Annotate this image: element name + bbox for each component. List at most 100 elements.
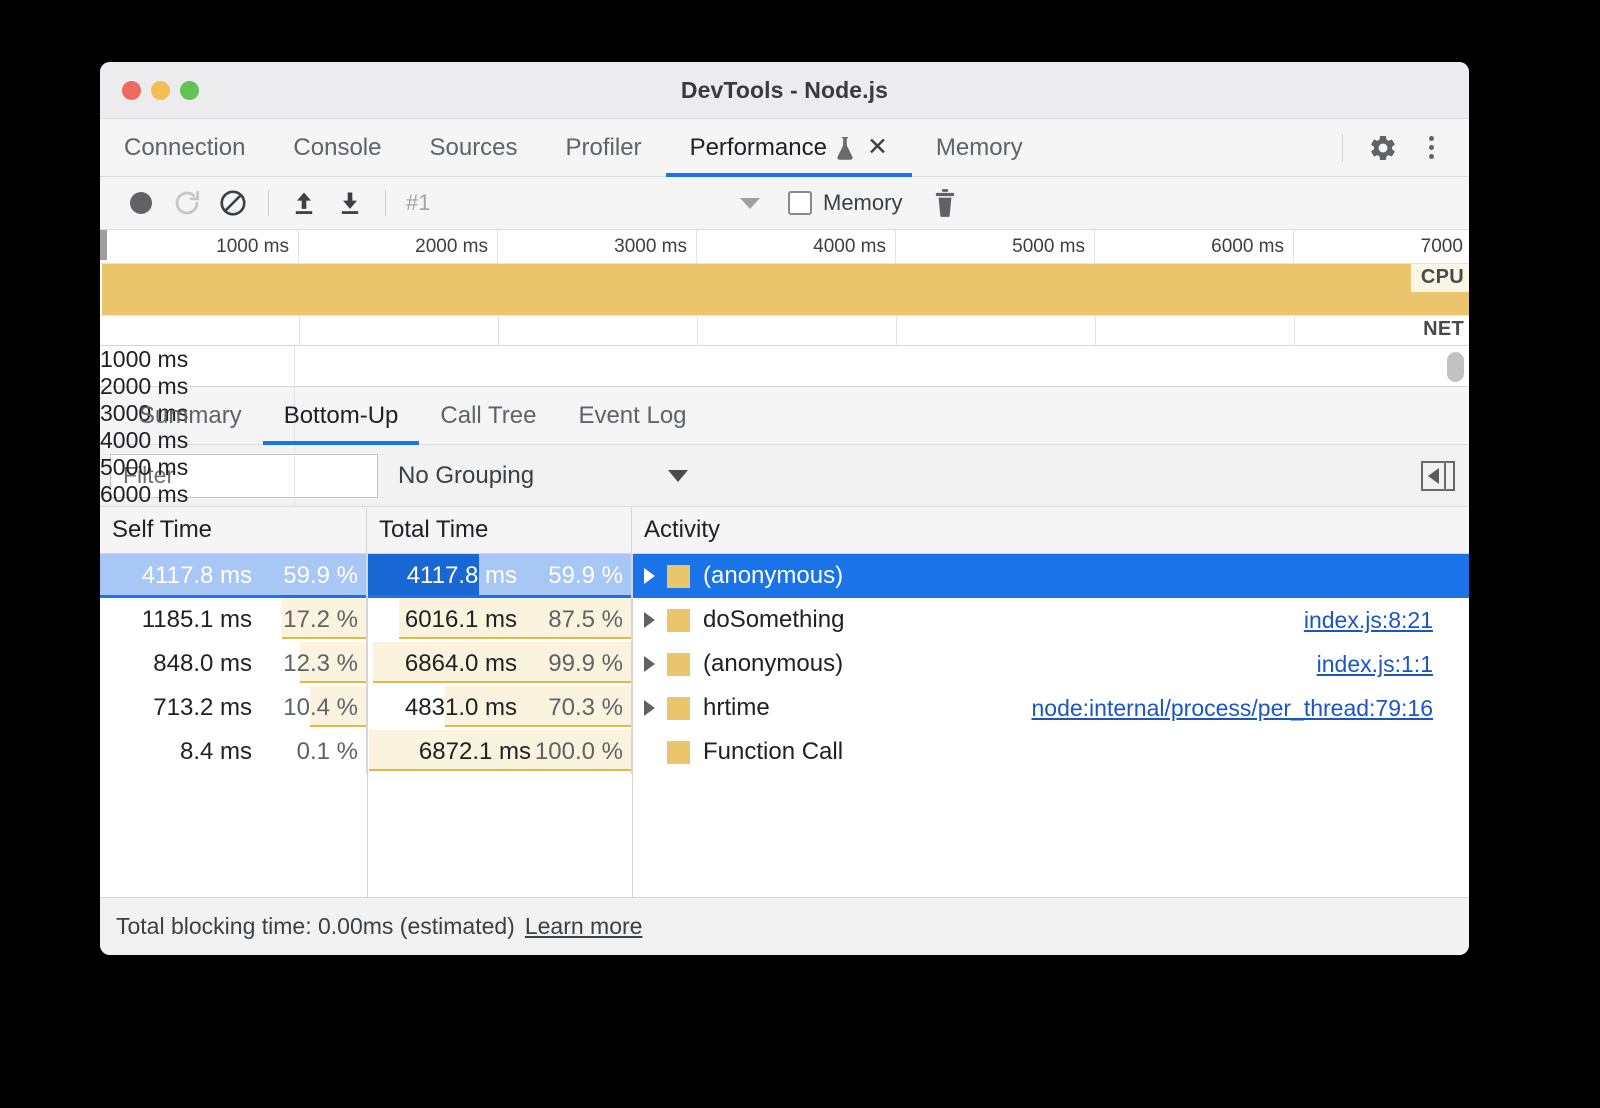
- self-time-value: 713.2 ms: [153, 694, 252, 722]
- ruler-tick: 5000 ms: [100, 454, 295, 481]
- total-time-value: 6872.1 ms: [419, 738, 531, 766]
- horizontal-scrollbar-thumb[interactable]: [1447, 352, 1464, 382]
- cell-activity: doSomething index.js:8:21: [632, 598, 1469, 642]
- column-header-self-time[interactable]: Self Time: [100, 507, 367, 553]
- table-header-row: Self Time Total Time Activity: [100, 507, 1469, 554]
- table-row[interactable]: 8.4 ms 0.1 % 6872.1 ms 100.0 % Function …: [100, 730, 1469, 774]
- memory-checkbox[interactable]: Memory: [788, 190, 902, 216]
- cpu-band-fill: [102, 264, 1469, 315]
- column-header-activity[interactable]: Activity: [632, 507, 1469, 553]
- source-link[interactable]: node:internal/process/per_thread:79:16: [1031, 695, 1433, 722]
- gear-icon[interactable]: [1361, 126, 1405, 170]
- tab-event-log[interactable]: Event Log: [557, 387, 707, 444]
- checkbox-box: [788, 191, 812, 215]
- total-time-value: 4117.8 ms: [407, 562, 517, 590]
- learn-more-link[interactable]: Learn more: [525, 913, 643, 940]
- cell-total-time: 6872.1 ms 100.0 %: [367, 730, 632, 774]
- total-time-value: 6016.1 ms: [405, 606, 517, 634]
- filter-toolbar: No Grouping: [100, 445, 1469, 507]
- cell-total-time: 4831.0 ms 70.3 %: [367, 686, 632, 730]
- tab-performance[interactable]: Performance ✕: [666, 119, 912, 176]
- self-time-percent: 12.3 %: [266, 650, 358, 678]
- timeline-ruler-bottom: 1000 ms 2000 ms 3000 ms 4000 ms 5000 ms …: [100, 346, 1469, 387]
- cell-self-time: 1185.1 ms 17.2 %: [100, 598, 367, 642]
- ruler-tick: 1000 ms: [100, 230, 299, 263]
- expand-triangle-icon[interactable]: [644, 612, 655, 628]
- self-time-percent: 17.2 %: [266, 606, 358, 634]
- tab-connection[interactable]: Connection: [100, 119, 269, 176]
- experiment-flask-icon: [835, 135, 855, 161]
- cpu-band-label: CPU: [1411, 264, 1469, 292]
- activity-name: (anonymous): [703, 650, 843, 678]
- toolbar-divider: [1342, 134, 1343, 162]
- tab-memory[interactable]: Memory: [912, 119, 1047, 176]
- cell-self-time: 4117.8 ms 59.9 %: [100, 554, 367, 598]
- memory-checkbox-label: Memory: [823, 190, 902, 216]
- ruler-tick: 2000 ms: [299, 230, 498, 263]
- performance-toolbar: #1 Memory: [100, 177, 1469, 230]
- cell-total-time: 4117.8 ms 59.9 %: [367, 554, 632, 598]
- tab-call-tree[interactable]: Call Tree: [419, 387, 557, 444]
- tab-bottom-up[interactable]: Bottom-Up: [263, 387, 420, 444]
- net-band: NET: [100, 316, 1469, 346]
- expand-triangle-icon[interactable]: [644, 700, 655, 716]
- column-header-total-time[interactable]: Total Time: [367, 507, 632, 553]
- activity-color-swatch: [667, 741, 690, 764]
- profile-selector-value: #1: [406, 190, 430, 216]
- profile-selector[interactable]: #1: [406, 183, 766, 223]
- grouping-selector[interactable]: No Grouping: [398, 462, 688, 490]
- sidebar-edge-glyph: [1444, 463, 1446, 489]
- expand-triangle-icon[interactable]: [644, 656, 655, 672]
- cell-total-time: 6016.1 ms 87.5 %: [367, 598, 632, 642]
- tab-sources[interactable]: Sources: [405, 119, 541, 176]
- table-row[interactable]: 1185.1 ms 17.2 % 6016.1 ms 87.5 % doSome…: [100, 598, 1469, 642]
- table-row[interactable]: 713.2 ms 10.4 % 4831.0 ms 70.3 % hrtime …: [100, 686, 1469, 730]
- net-band-label: NET: [1413, 316, 1469, 344]
- download-profile-icon[interactable]: [327, 180, 373, 226]
- show-sidebar-icon[interactable]: [1421, 461, 1455, 491]
- cpu-band: CPU: [100, 264, 1469, 316]
- subtab-label: Bottom-Up: [284, 402, 399, 430]
- tab-console[interactable]: Console: [269, 119, 405, 176]
- table-row[interactable]: 848.0 ms 12.3 % 6864.0 ms 99.9 % (anonym…: [100, 642, 1469, 686]
- self-time-percent: 0.1 %: [266, 738, 358, 766]
- self-time-value: 8.4 ms: [180, 738, 252, 766]
- overview-left-handle[interactable]: [100, 230, 107, 260]
- reload-icon[interactable]: [164, 180, 210, 226]
- subtab-label: Summary: [139, 402, 242, 430]
- source-link[interactable]: index.js:1:1: [1317, 651, 1433, 678]
- clear-prohibited-icon[interactable]: [210, 180, 256, 226]
- table-row[interactable]: 4117.8 ms 59.9 % 4117.8 ms 59.9 % (anony…: [100, 554, 1469, 598]
- chevron-down-icon: [668, 470, 688, 482]
- source-link[interactable]: index.js:8:21: [1304, 607, 1433, 634]
- tab-label: Performance: [690, 134, 827, 162]
- cell-self-time: 713.2 ms 10.4 %: [100, 686, 367, 730]
- tab-summary[interactable]: Summary: [118, 387, 263, 444]
- upload-profile-icon[interactable]: [281, 180, 327, 226]
- toolbar-divider: [385, 190, 386, 216]
- total-time-percent: 70.3 %: [531, 694, 623, 722]
- tab-label: Console: [293, 134, 381, 162]
- activity-name: (anonymous): [703, 562, 843, 590]
- cell-activity: Function Call: [632, 730, 1469, 774]
- total-time-value: 6864.0 ms: [405, 650, 517, 678]
- tab-profiler[interactable]: Profiler: [542, 119, 666, 176]
- bottom-up-table: Self Time Total Time Activity 4117.8 ms …: [100, 507, 1469, 897]
- tab-label: Memory: [936, 134, 1023, 162]
- trash-icon[interactable]: [924, 182, 966, 224]
- activity-color-swatch: [667, 565, 690, 588]
- total-time-percent: 100.0 %: [531, 738, 623, 766]
- subtab-label: Call Tree: [440, 402, 536, 430]
- ruler-tick: 5000 ms: [896, 230, 1095, 263]
- column-divider: [632, 554, 633, 897]
- expand-triangle-icon[interactable]: [644, 568, 655, 584]
- kebab-menu-icon[interactable]: [1409, 126, 1453, 170]
- grouping-selector-value: No Grouping: [398, 462, 534, 490]
- window-titlebar: DevTools - Node.js: [100, 62, 1469, 119]
- close-tab-icon[interactable]: ✕: [867, 135, 888, 160]
- timeline-overview[interactable]: 1000 ms 2000 ms 3000 ms 4000 ms 5000 ms …: [100, 230, 1469, 387]
- record-circle-icon[interactable]: [118, 180, 164, 226]
- activity-name: hrtime: [703, 694, 770, 722]
- ruler-tick: 6000 ms: [100, 481, 295, 508]
- tab-label: Profiler: [566, 134, 642, 162]
